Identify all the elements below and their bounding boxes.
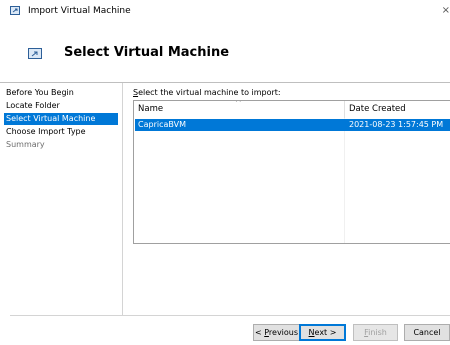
page-title: Select Virtual Machine	[64, 45, 230, 60]
previous-prefix: <	[254, 328, 265, 337]
next-label: ext >	[314, 328, 337, 337]
sidebar-item-locate-folder[interactable]: Locate Folder	[4, 100, 118, 112]
sidebar-item-select-virtual-machine[interactable]: Select Virtual Machine	[4, 113, 118, 125]
vm-name-cell: CapricaBVM	[138, 120, 186, 129]
finish-label: inish	[368, 328, 387, 337]
previous-button[interactable]: < Previous	[253, 324, 300, 341]
vm-window-icon	[10, 6, 20, 15]
prompt-text: elect the virtual machine to import:	[138, 88, 281, 97]
select-vm-prompt: Select the virtual machine to import:	[133, 87, 281, 98]
column-divider[interactable]	[344, 101, 345, 118]
window-title: Import Virtual Machine	[28, 6, 131, 16]
wizard-steps-sidebar: Before You Begin Locate Folder Select Vi…	[0, 83, 122, 315]
table-row[interactable]: CapricaBVM 2021-08-23 1:57:45 PM	[135, 119, 450, 131]
cancel-button[interactable]: Cancel	[404, 324, 450, 341]
sort-ascending-icon: ^	[235, 100, 242, 107]
sidebar-divider	[122, 83, 123, 315]
finish-button: Finish	[353, 324, 398, 341]
column-header-date-created[interactable]: Date Created	[349, 101, 406, 118]
vm-list[interactable]: Name ^ Date Created CapricaBVM 2021-08-2…	[133, 100, 450, 244]
sidebar-item-before-you-begin[interactable]: Before You Begin	[4, 87, 118, 99]
close-icon[interactable]: ×	[438, 4, 450, 18]
vm-date-cell: 2021-08-23 1:57:45 PM	[349, 120, 444, 129]
wizard-header: Select Virtual Machine	[0, 28, 450, 84]
sidebar-item-choose-import-type[interactable]: Choose Import Type	[4, 126, 118, 138]
title-bar: Import Virtual Machine ×	[0, 0, 450, 28]
footer-divider	[10, 315, 450, 316]
column-header-name[interactable]: Name	[138, 101, 163, 118]
sidebar-item-summary: Summary	[6, 140, 45, 149]
column-divider-body	[344, 118, 345, 243]
previous-label: revious	[268, 328, 299, 337]
vm-window-icon	[28, 48, 42, 59]
next-button[interactable]: Next >	[299, 324, 346, 341]
